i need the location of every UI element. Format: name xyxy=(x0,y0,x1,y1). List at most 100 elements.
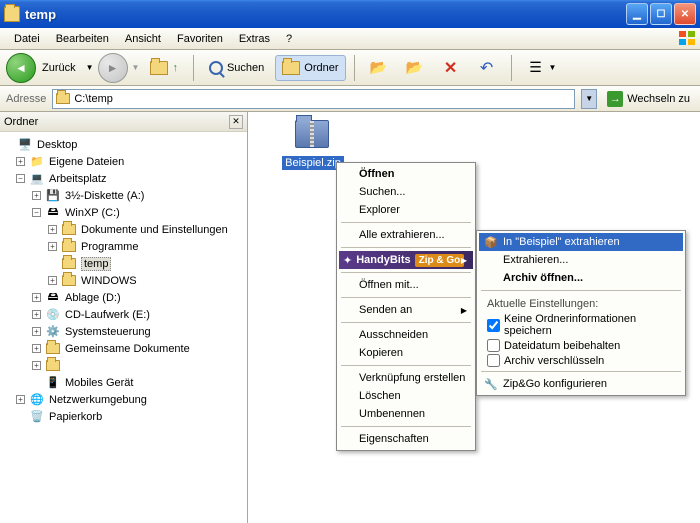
tree-node-papierkorb[interactable]: 🗑️Papierkorb xyxy=(2,408,245,425)
expand-icon[interactable]: + xyxy=(32,310,41,319)
checkbox[interactable] xyxy=(487,339,500,352)
back-dropdown-icon[interactable]: ▼ xyxy=(86,63,94,72)
tree-node-gemeinsame-dokumente[interactable]: +Gemeinsame Dokumente xyxy=(2,340,245,357)
forward-dropdown-icon[interactable]: ▼ xyxy=(132,63,140,72)
undo-button[interactable]: ↶ xyxy=(471,55,503,81)
menu-bearbeiten[interactable]: Bearbeiten xyxy=(48,30,117,48)
expand-icon[interactable]: + xyxy=(48,276,57,285)
sidebar-close-button[interactable]: ✕ xyxy=(229,115,243,129)
tree-node-systemsteuerung[interactable]: +⚙️Systemsteuerung xyxy=(2,323,245,340)
tree-node-netzwerk[interactable]: +🌐Netzwerkumgebung xyxy=(2,391,245,408)
views-button[interactable]: ☰▼ xyxy=(520,55,564,81)
copyto-button[interactable]: 📂 xyxy=(399,55,431,81)
handybits-submenu: 📦In "Beispiel" extrahieren Extrahieren..… xyxy=(476,230,686,396)
window-title: temp xyxy=(25,7,626,22)
expand-icon[interactable]: + xyxy=(32,361,41,370)
floppy-icon: 💾 xyxy=(45,188,61,204)
menu-ansicht[interactable]: Ansicht xyxy=(117,30,169,48)
back-button[interactable] xyxy=(6,53,36,83)
file-list-area[interactable]: Beispiel.zip Öffnen Suchen... Explorer A… xyxy=(248,112,700,523)
tree-node-desktop[interactable]: 🖥️Desktop xyxy=(2,136,245,153)
sub-chk-no-folderinfo[interactable]: Keine Ordnerinformationen speichern xyxy=(479,312,683,338)
sub-open-archive[interactable]: Archiv öffnen... xyxy=(479,269,683,287)
ctx-explorer[interactable]: Explorer xyxy=(339,201,473,219)
search-label: Suchen xyxy=(227,62,264,74)
forward-button[interactable] xyxy=(98,53,128,83)
ctx-cut[interactable]: Ausschneiden xyxy=(339,326,473,344)
tree-node-arbeitsplatz[interactable]: −💻Arbeitsplatz xyxy=(2,170,245,187)
tree-node-cdlaufwerk[interactable]: +💿CD-Laufwerk (E:) xyxy=(2,306,245,323)
address-dropdown-button[interactable]: ▼ xyxy=(581,89,597,109)
sub-extract[interactable]: Extrahieren... xyxy=(479,251,683,269)
expand-icon[interactable]: + xyxy=(48,225,57,234)
tree-node-diskette[interactable]: +💾3½-Diskette (A:) xyxy=(2,187,245,204)
tree-node-ablage-d[interactable]: +🖴Ablage (D:) xyxy=(2,289,245,306)
tree-node-mobiles-geraet[interactable]: 📱Mobiles Gerät xyxy=(2,374,245,391)
tree-node-programme[interactable]: +Programme xyxy=(2,238,245,255)
sub-configure[interactable]: 🔧Zip&Go konfigurieren xyxy=(479,375,683,393)
folders-button[interactable]: Ordner xyxy=(275,55,345,81)
checkbox[interactable] xyxy=(487,319,500,332)
chevron-down-icon: ▼ xyxy=(585,94,593,103)
sub-chk-keep-date[interactable]: Dateidatum beibehalten xyxy=(479,338,683,353)
separator xyxy=(481,290,681,291)
separator xyxy=(341,272,471,273)
tree-node-windows[interactable]: +WINDOWS xyxy=(2,272,245,289)
ctx-copy[interactable]: Kopieren xyxy=(339,344,473,362)
tree-node-winxp-c[interactable]: −🖴WinXP (C:) xyxy=(2,204,245,221)
up-arrow-icon: ↑ xyxy=(172,62,178,74)
checkbox[interactable] xyxy=(487,354,500,367)
collapse-icon[interactable]: − xyxy=(16,174,25,183)
ctx-handybits-zipgo[interactable]: ✦ HandyBitsZip & Go xyxy=(339,251,473,269)
address-input-wrap[interactable] xyxy=(52,89,575,109)
expand-icon[interactable]: + xyxy=(32,344,41,353)
sub-chk-encrypt[interactable]: Archiv verschlüsseln xyxy=(479,353,683,368)
expand-icon[interactable]: + xyxy=(32,191,41,200)
delete-button[interactable]: ✕ xyxy=(435,55,467,81)
file-label: Beispiel.zip xyxy=(282,156,344,170)
expand-icon[interactable]: + xyxy=(32,293,41,302)
tree-node-blurred[interactable]: + xyxy=(2,357,245,374)
close-button[interactable]: ✕ xyxy=(674,3,696,25)
sidebar-title: Ordner xyxy=(4,116,38,128)
folder-tree[interactable]: 🖥️Desktop +📁Eigene Dateien −💻Arbeitsplat… xyxy=(0,132,247,523)
up-button[interactable]: ↑ xyxy=(143,55,185,81)
menu-datei[interactable]: Datei xyxy=(6,30,48,48)
expand-icon[interactable]: + xyxy=(48,242,57,251)
minimize-button[interactable]: ▁ xyxy=(626,3,648,25)
folders-label: Ordner xyxy=(304,62,338,74)
sub-extract-in-folder[interactable]: 📦In "Beispiel" extrahieren xyxy=(479,233,683,251)
address-input[interactable] xyxy=(74,93,571,105)
ctx-create-shortcut[interactable]: Verknüpfung erstellen xyxy=(339,369,473,387)
menu-hilfe[interactable]: ? xyxy=(278,30,300,48)
moveto-button[interactable]: 📂 xyxy=(363,55,395,81)
back-label[interactable]: Zurück xyxy=(40,62,82,74)
menu-extras[interactable]: Extras xyxy=(231,30,278,48)
copyto-icon: 📂 xyxy=(406,59,424,77)
tree-node-dokumente[interactable]: +Dokumente und Einstellungen xyxy=(2,221,245,238)
desktop-icon: 🖥️ xyxy=(17,137,33,153)
ctx-rename[interactable]: Umbenennen xyxy=(339,405,473,423)
views-icon: ☰ xyxy=(527,59,545,77)
collapse-icon[interactable]: − xyxy=(32,208,41,217)
ctx-delete[interactable]: Löschen xyxy=(339,387,473,405)
expand-icon[interactable]: + xyxy=(32,327,41,336)
tree-node-temp[interactable]: temp xyxy=(2,255,245,272)
ctx-send-to[interactable]: Senden an xyxy=(339,301,473,319)
menu-favoriten[interactable]: Favoriten xyxy=(169,30,231,48)
ctx-extract-all[interactable]: Alle extrahieren... xyxy=(339,226,473,244)
go-button[interactable]: → Wechseln zu xyxy=(603,89,694,109)
tree-node-eigene-dateien[interactable]: +📁Eigene Dateien xyxy=(2,153,245,170)
folder-icon xyxy=(46,343,60,354)
ctx-open-with[interactable]: Öffnen mit... xyxy=(339,276,473,294)
expand-icon[interactable]: + xyxy=(16,395,25,404)
expand-icon[interactable]: + xyxy=(16,157,25,166)
ctx-search[interactable]: Suchen... xyxy=(339,183,473,201)
maximize-button[interactable]: ☐ xyxy=(650,3,672,25)
ctx-open[interactable]: Öffnen xyxy=(339,165,473,183)
search-button[interactable]: Suchen xyxy=(202,55,271,81)
folder-icon xyxy=(4,6,20,22)
go-arrow-icon: → xyxy=(607,91,623,107)
undo-icon: ↶ xyxy=(478,59,496,77)
ctx-properties[interactable]: Eigenschaften xyxy=(339,430,473,448)
